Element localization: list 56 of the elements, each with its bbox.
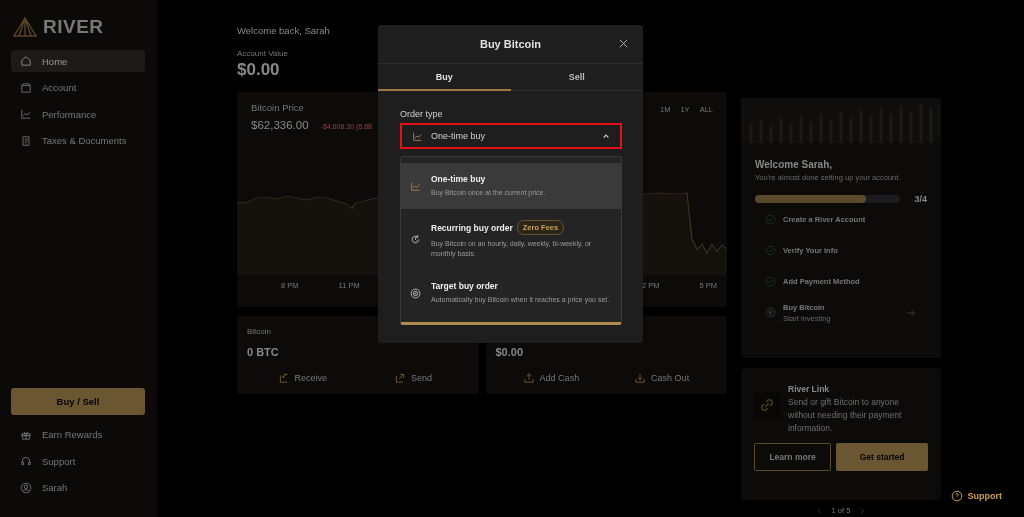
action-button[interactable]: Receive [247, 371, 358, 385]
upload-icon [522, 372, 535, 384]
nav-item[interactable]: Home [11, 50, 145, 72]
get-started-button[interactable]: Get started [836, 443, 928, 471]
dialog-title: Buy Bitcoin [479, 38, 542, 50]
previous-icon[interactable] [815, 506, 824, 515]
account-value: $0.00 [237, 60, 280, 80]
home-icon [20, 55, 32, 67]
logo-text: RIVER [43, 16, 104, 38]
nav-item[interactable]: Earn Rewards [11, 423, 145, 446]
help-icon [950, 490, 963, 502]
greeting: Welcome back, Sarah [237, 25, 330, 36]
support-button[interactable]: Support [950, 490, 1002, 502]
headset-icon [20, 455, 32, 467]
caret-icon [602, 132, 610, 140]
nav-item[interactable]: Sarah [11, 476, 145, 499]
learn-more-button[interactable]: Learn more [754, 443, 832, 471]
download-icon [634, 372, 647, 384]
promo-text: Send or gift Bitcoin to anyone without needing their payment information. [788, 396, 903, 435]
user-icon [20, 481, 32, 494]
close-icon[interactable] [619, 39, 628, 48]
option-title: Target buy order [431, 281, 498, 291]
progress-count: 3/4 [914, 194, 927, 204]
clock-icon [410, 234, 421, 245]
next-icon[interactable] [858, 506, 867, 515]
receive-icon [277, 372, 290, 384]
field-label: Order type [400, 109, 444, 119]
action-button[interactable]: Add Cash [495, 371, 607, 385]
tab[interactable]: Sell [510, 64, 643, 91]
chart-icon [410, 180, 421, 192]
logo-icon [13, 17, 37, 37]
balance-label: Bitcoin [247, 327, 272, 337]
account-value-label: Account Value [237, 49, 288, 58]
send-icon [394, 372, 407, 384]
option-title: Recurring buy order [431, 222, 513, 233]
onboarding-title: Welcome Sarah, [755, 159, 834, 170]
option-title: One-time buy [431, 174, 486, 184]
nav-item[interactable]: Taxes & Documents [11, 129, 145, 152]
price-title: Bitcoin Price [251, 102, 305, 113]
bitcoin-price: $62,336.00 [251, 119, 309, 131]
wallet-icon [20, 81, 32, 94]
nav-item[interactable]: Support [11, 450, 145, 472]
order-type-select[interactable]: One-time buy [400, 123, 622, 149]
nav-item[interactable]: Performance [11, 103, 145, 125]
promo-title: River Link [788, 384, 831, 394]
action-button[interactable]: Send [357, 371, 469, 385]
chart-icon [20, 108, 32, 120]
balance-value: 0 BTC [247, 346, 280, 358]
balance-value: $0.00 [495, 346, 525, 358]
nav-item[interactable]: Account [11, 76, 145, 99]
buy-sell-button[interactable]: Buy / Sell [11, 387, 145, 415]
document-icon [20, 134, 32, 147]
target-icon [410, 287, 421, 299]
action-button[interactable]: Cash Out [606, 371, 717, 385]
chart-icon [412, 130, 423, 142]
tab[interactable]: Buy [378, 64, 511, 91]
